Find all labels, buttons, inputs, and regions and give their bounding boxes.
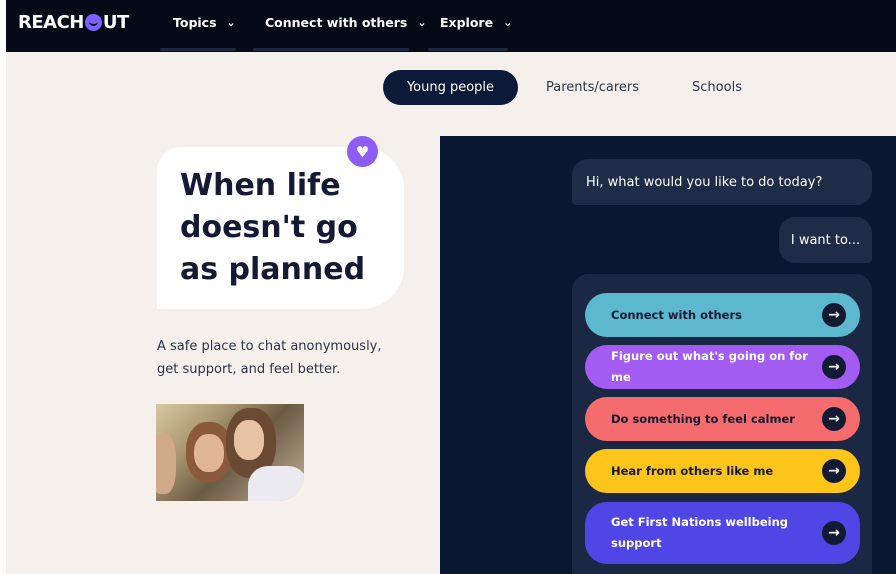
option-label: Connect with others xyxy=(611,307,742,322)
option-hear-from-others[interactable]: Hear from others like me → xyxy=(585,449,860,493)
tab-young-people[interactable]: Young people xyxy=(383,70,518,105)
photo-person-face xyxy=(194,434,224,472)
arrow-right-icon: → xyxy=(822,407,846,431)
option-feel-calmer[interactable]: Do something to feel calmer → xyxy=(585,397,860,441)
logo-o-mark-icon xyxy=(84,13,102,31)
photo-person-face xyxy=(234,420,264,460)
nav-connect-label: Connect with others xyxy=(265,14,408,30)
hero-subtitle-line: get support, and feel better. xyxy=(157,362,341,377)
chevron-down-icon: ⌄ xyxy=(417,15,427,29)
hero-title-line: doesn't go xyxy=(180,210,358,245)
option-label: support xyxy=(611,536,662,550)
logo-text-start: REACH xyxy=(18,11,84,33)
hero-subtitle: A safe place to chat anonymously, get su… xyxy=(157,335,397,381)
chevron-down-icon: ⌄ xyxy=(226,15,236,29)
nav-topics-label: Topics xyxy=(173,14,217,30)
option-label: Get First Nations wellbeing xyxy=(611,515,789,529)
option-figure-out[interactable]: Figure out what's going on for me → xyxy=(585,345,860,389)
nav-underline xyxy=(428,48,508,51)
hero-title: When life doesn't go as planned xyxy=(180,165,400,291)
option-connect-with-others[interactable]: Connect with others → xyxy=(585,293,860,337)
heart-icon: ♥ xyxy=(347,136,378,167)
arrow-right-icon: → xyxy=(822,355,846,379)
nav-explore[interactable]: Explore ⌄ xyxy=(440,12,512,32)
hero-photo xyxy=(156,404,304,501)
chevron-down-icon: ⌄ xyxy=(503,15,513,29)
user-message-bubble: I want to... xyxy=(779,217,872,263)
logo-text-end: UT xyxy=(102,11,129,33)
nav-topics[interactable]: Topics ⌄ xyxy=(173,12,236,32)
option-first-nations-support[interactable]: Get First Nations wellbeing support → xyxy=(585,502,860,564)
hero-subtitle-line: A safe place to chat anonymously, xyxy=(157,339,382,354)
photo-person-shirt xyxy=(248,466,304,501)
option-label: Do something to feel calmer xyxy=(611,411,795,426)
option-label: Figure out what's going on for me xyxy=(611,349,808,384)
hero-title-line: as planned xyxy=(180,252,366,287)
tab-schools[interactable]: Schools xyxy=(672,70,762,105)
nav-connect-with-others[interactable]: Connect with others ⌄ xyxy=(265,12,427,32)
bot-message-bubble: Hi, what would you like to do today? xyxy=(572,159,872,205)
nav-underline xyxy=(253,48,409,51)
photo-person-left xyxy=(156,434,176,494)
option-label: Hear from others like me xyxy=(611,463,774,478)
arrow-right-icon: → xyxy=(822,459,846,483)
arrow-right-icon: → xyxy=(822,521,846,545)
arrow-right-icon: → xyxy=(822,303,846,327)
reachout-logo[interactable]: REACH UT xyxy=(18,11,129,33)
hero-title-line: When life xyxy=(180,168,341,203)
tab-parents-carers[interactable]: Parents/carers xyxy=(530,70,655,105)
nav-explore-label: Explore xyxy=(440,14,494,30)
nav-underline xyxy=(160,48,236,51)
